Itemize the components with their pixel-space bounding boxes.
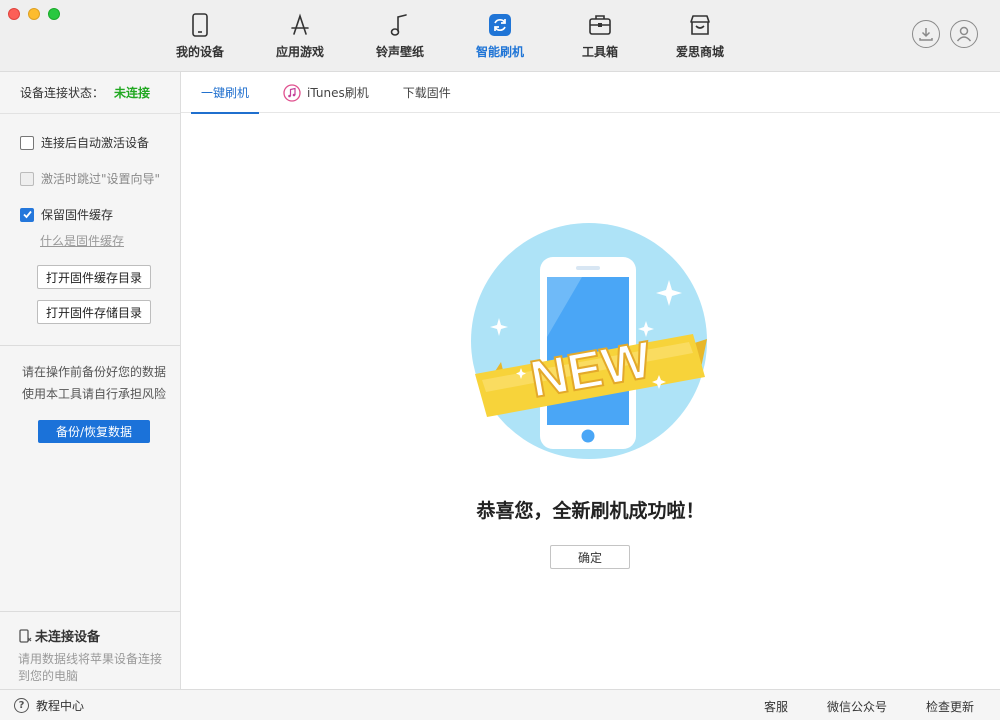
nav-smart-flash[interactable]: 智能刷机 [450, 0, 550, 72]
option-skip-setup: 激活时跳过"设置向导" [20, 170, 160, 187]
flash-success-message: 恭喜您，全新刷机成功啦！ [476, 500, 705, 522]
tab-itunes-flash[interactable]: iTunes刷机 [273, 72, 379, 113]
nav-label: 爱思商城 [675, 45, 724, 59]
check-update-link[interactable]: 检查更新 [926, 698, 974, 715]
download-icon [919, 28, 933, 41]
tab-label: iTunes刷机 [307, 86, 369, 100]
divider [0, 345, 180, 346]
nav-apps-games[interactable]: 应用游戏 [250, 0, 350, 72]
tutorial-center-link[interactable]: ? 教程中心 [14, 697, 84, 714]
nav-label: 智能刷机 [475, 45, 524, 59]
nav-store[interactable]: 爱思商城 [650, 0, 750, 72]
refresh-icon [487, 12, 513, 38]
no-device-description: 请用数据线将苹果设备连接到您的电脑 [18, 652, 163, 683]
backup-restore-button[interactable]: 备份/恢复数据 [38, 420, 150, 443]
footer-links: 客服 微信公众号 检查更新 [764, 698, 974, 715]
open-storage-folder-button[interactable]: 打开固件存储目录 [37, 300, 151, 324]
status-bar: ? 教程中心 客服 微信公众号 检查更新 [0, 689, 1000, 720]
phone-speaker [576, 266, 600, 270]
main-nav: 我的设备 应用游戏 铃声壁纸 智能刷机 工具箱 爱思商城 [150, 0, 750, 72]
help-icon: ? [14, 698, 29, 713]
toolbar-actions [912, 20, 978, 48]
open-cache-folder-button[interactable]: 打开固件缓存目录 [37, 265, 151, 289]
app-store-icon [287, 12, 313, 38]
window-controls [8, 8, 60, 20]
itunes-icon [283, 83, 301, 102]
main-panel: 一键刷机 iTunes刷机 下载固件 NEW 恭喜您，全新刷机成功啦！ 确定 [181, 72, 1000, 689]
nav-label: 我的设备 [175, 45, 224, 59]
no-device-panel: 未连接设备 请用数据线将苹果设备连接到您的电脑 [0, 611, 180, 689]
music-note-icon [387, 12, 413, 38]
confirm-button[interactable]: 确定 [550, 545, 630, 569]
nav-label: 工具箱 [581, 45, 618, 59]
no-device-title-row: 未连接设备 [18, 626, 180, 645]
tab-label: 下载固件 [402, 86, 451, 100]
user-icon [956, 26, 972, 42]
backup-warning-line2: 使用本工具请自行承担风险 [21, 387, 166, 401]
tab-label: 一键刷机 [201, 86, 250, 100]
keep-cache-checkbox[interactable] [20, 207, 34, 222]
connection-status-label: 设备连接状态： [20, 86, 105, 100]
tab-download-firmware[interactable]: 下载固件 [393, 72, 461, 113]
minimize-window-button[interactable] [28, 8, 40, 20]
tab-one-click-flash[interactable]: 一键刷机 [191, 72, 260, 114]
new-phone-illustration: NEW [471, 223, 707, 459]
connection-status-value: 未连接 [114, 86, 151, 100]
nav-label: 应用游戏 [275, 45, 324, 59]
option-label: 激活时跳过"设置向导" [41, 172, 161, 186]
flash-tabs: 一键刷机 iTunes刷机 下载固件 [181, 72, 1000, 114]
disconnected-phone-icon [19, 628, 32, 643]
tutorial-center-label: 教程中心 [36, 699, 85, 713]
auto-activate-checkbox[interactable] [20, 135, 34, 150]
customer-service-link[interactable]: 客服 [764, 698, 788, 715]
nav-my-device[interactable]: 我的设备 [150, 0, 250, 72]
skip-setup-checkbox [20, 171, 34, 186]
no-device-title: 未连接设备 [35, 630, 101, 645]
connection-status-row: 设备连接状态： 未连接 [0, 72, 180, 114]
backup-warning-line1: 请在操作前备份好您的数据 [21, 365, 166, 379]
option-label: 保留固件缓存 [41, 208, 114, 222]
toolbar: 我的设备 应用游戏 铃声壁纸 智能刷机 工具箱 爱思商城 [0, 0, 1000, 72]
sidebar: 设备连接状态： 未连接 连接后自动激活设备 激活时跳过"设置向导" 保留固件缓存… [0, 72, 181, 689]
checkmark-icon [22, 210, 32, 219]
option-keep-cache[interactable]: 保留固件缓存 [20, 206, 113, 223]
nav-toolbox[interactable]: 工具箱 [550, 0, 650, 72]
download-button[interactable] [912, 20, 940, 48]
toolbox-icon [587, 12, 613, 38]
account-button[interactable] [950, 20, 978, 48]
phone-icon [187, 12, 213, 38]
nav-ringtones[interactable]: 铃声壁纸 [350, 0, 450, 72]
nav-label: 铃声壁纸 [375, 45, 424, 59]
home-button [581, 429, 595, 443]
store-icon [687, 12, 713, 38]
wechat-account-link[interactable]: 微信公众号 [827, 698, 887, 715]
close-window-button[interactable] [8, 8, 20, 20]
option-auto-activate[interactable]: 连接后自动激活设备 [20, 134, 149, 151]
firmware-cache-help-link[interactable]: 什么是固件缓存 [40, 232, 124, 249]
zoom-window-button[interactable] [48, 8, 60, 20]
option-label: 连接后自动激活设备 [41, 136, 150, 150]
